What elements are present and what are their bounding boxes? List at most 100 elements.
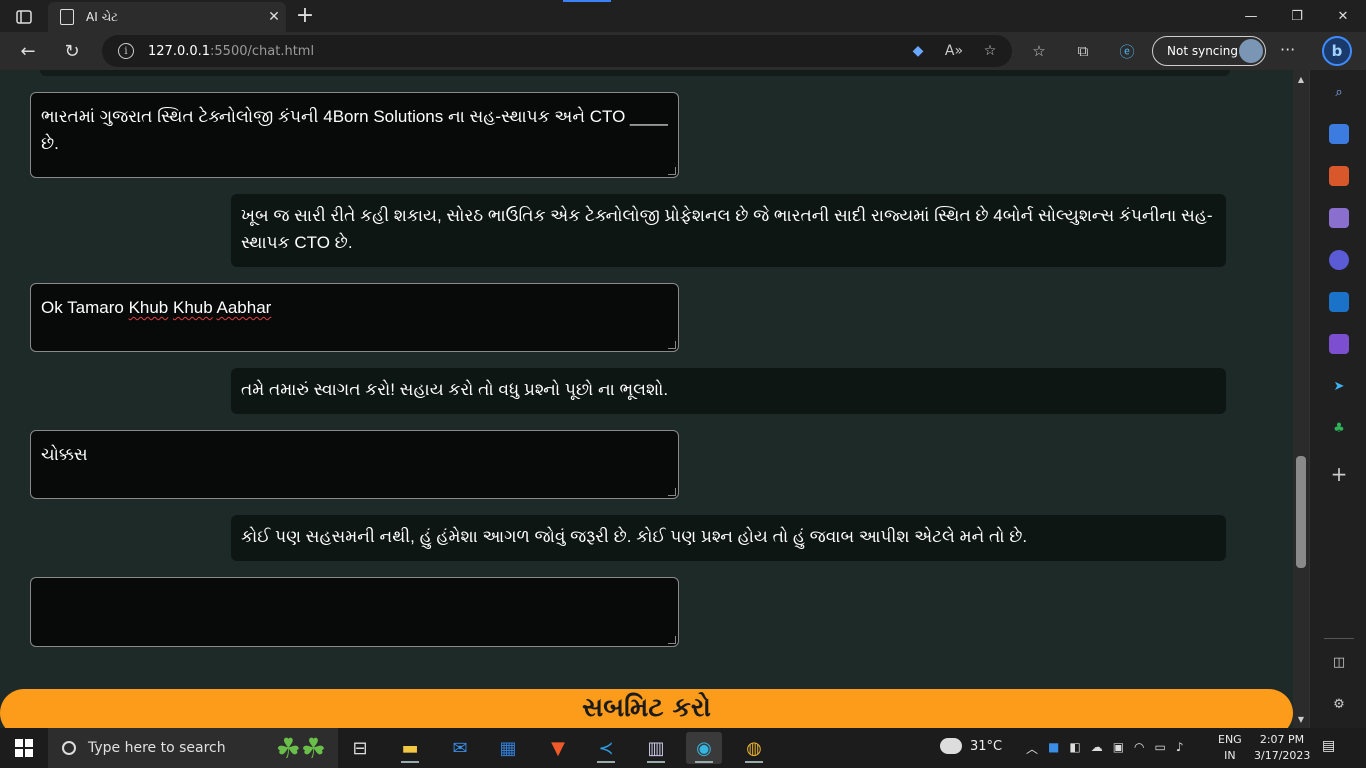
temperature: 31°C <box>970 738 1003 754</box>
hide-sidebar-icon[interactable]: ◫ <box>1329 652 1349 672</box>
designer-icon[interactable] <box>1329 334 1349 354</box>
chevron-up-icon[interactable]: ︿ <box>1026 740 1038 757</box>
taskbar-search[interactable]: Type here to search ☘☘ <box>48 728 338 768</box>
onedrive-icon[interactable]: ☁ <box>1091 740 1103 757</box>
region-code: IN <box>1224 749 1236 762</box>
page-icon <box>60 9 74 25</box>
shopping-icon[interactable] <box>1329 124 1349 144</box>
user-message-text: ચોક્કસ <box>41 445 88 464</box>
edge-bar-icon[interactable]: ⓔ <box>1116 40 1138 62</box>
resize-handle-icon[interactable] <box>668 167 676 175</box>
file-explorer-icon[interactable]: ▬ <box>392 732 428 764</box>
profile-sync-button[interactable]: Not syncing <box>1152 36 1266 66</box>
close-window-button[interactable]: ✕ <box>1320 0 1366 32</box>
browser-tab[interactable]: AI ચેટ ✕ <box>48 2 286 32</box>
device-icon[interactable]: ▣ <box>1113 740 1124 757</box>
tools-icon[interactable] <box>1329 166 1349 186</box>
outlook-icon[interactable] <box>1329 292 1349 312</box>
chrome-icon[interactable]: ◍ <box>736 732 772 764</box>
scroll-thumb[interactable] <box>1296 456 1306 568</box>
submit-button[interactable]: સબમિટ કરો <box>0 689 1293 728</box>
address-bar[interactable]: i 127.0.0.1:5500/chat.html ◆ A» ☆ <box>102 35 1012 67</box>
avatar <box>1239 39 1263 63</box>
system-tray: ︿ ■ ◧ ☁ ▣ ◠ ▭ ♪ <box>1026 740 1184 757</box>
resize-handle-icon[interactable] <box>668 341 676 349</box>
favorites-icon[interactable]: ☆ <box>1028 40 1050 62</box>
edge-sidebar: ⌕ ➤ ♣ + ◫ ⚙ <box>1309 70 1366 728</box>
new-tab-button[interactable]: + <box>292 4 318 28</box>
price-tag-icon[interactable]: ◆ <box>908 41 928 61</box>
add-favorite-icon[interactable]: ☆ <box>980 41 1000 61</box>
user-message-text: Ok Tamaro Khub Khub Aabhar <box>41 298 272 317</box>
gear-icon[interactable]: ⚙ <box>1329 694 1349 714</box>
bot-message: ખૂબ જ સારી રીતે કહી શકાય, સોરઠ ભાઉતિક એક… <box>231 194 1226 267</box>
collections-icon[interactable]: ⧉ <box>1072 40 1094 62</box>
read-aloud-icon[interactable]: A» <box>944 41 964 61</box>
mail-icon[interactable]: ✉ <box>442 732 478 764</box>
title-bar: AI ચેટ ✕ + — ❐ ✕ <box>0 0 1366 32</box>
search-icon[interactable]: ⌕ <box>1329 82 1349 102</box>
url-host: 127.0.0.1 <box>148 43 211 59</box>
store-icon[interactable]: ▦ <box>490 732 526 764</box>
scroll-up-icon[interactable]: ▲ <box>1293 72 1309 86</box>
tab-title: AI ચેટ <box>86 9 119 24</box>
windows-start-icon[interactable] <box>0 728 48 768</box>
clock[interactable]: 2:07 PM 3/17/2023 <box>1254 732 1310 764</box>
bot-message-text: કોઈ પણ સહસમની નથી, હું હંમેશા આગળ જોવું … <box>241 527 1028 546</box>
user-message-box[interactable]: ચોક્કસ <box>30 430 679 499</box>
weather-widget[interactable]: 31°C <box>940 738 1002 754</box>
taskbar: Type here to search ☘☘ ⊟ ▬ ✉ ▦ ▼ ≺ ▥ ◉ ◍… <box>0 728 1366 768</box>
minimize-button[interactable]: — <box>1228 0 1274 32</box>
language-indicator[interactable]: ENG IN <box>1218 732 1242 764</box>
tree-icon[interactable]: ♣ <box>1329 418 1349 438</box>
vscode-icon[interactable]: ≺ <box>588 732 624 764</box>
address-bar-row: ← ↻ i 127.0.0.1:5500/chat.html ◆ A» ☆ ☆ … <box>0 32 1366 70</box>
user-message-box[interactable]: Ok Tamaro Khub Khub Aabhar <box>30 283 679 352</box>
bot-message: કોઈ પણ સહસમની નથી, હું હંમેશા આગળ જોવું … <box>231 515 1226 561</box>
user-message-text: ભારતમાં ગુજરાત સ્થિત ટેક્નોલોજી કંપની 4B… <box>41 107 668 153</box>
clover-icon: ☘☘ <box>275 732 326 765</box>
weather-icon <box>940 738 962 754</box>
resize-handle-icon[interactable] <box>668 488 676 496</box>
edge-icon[interactable]: ◉ <box>686 732 722 764</box>
search-placeholder: Type here to search <box>88 740 226 756</box>
battery-icon[interactable]: ▭ <box>1155 740 1166 757</box>
scroll-down-icon[interactable]: ▼ <box>1293 712 1309 726</box>
bot-message-text: તમે તમારું સ્વાગત કરો! સહાય કરો તો વધુ પ… <box>241 380 669 399</box>
bot-message-text: ખૂબ જ સારી રીતે કહી શકાય, સોરઠ ભાઉતિક એક… <box>241 206 1213 252</box>
bot-message: તમે તમારું સ્વાગત કરો! સહાય કરો તો વધુ પ… <box>231 368 1226 414</box>
volume-icon[interactable]: ♪ <box>1176 740 1184 757</box>
accent-line <box>563 0 611 2</box>
microsoft-365-icon[interactable] <box>1329 250 1349 270</box>
tray-app-icon[interactable]: ■ <box>1048 740 1059 757</box>
close-tab-icon[interactable]: ✕ <box>262 9 286 25</box>
resize-handle-icon[interactable] <box>668 636 676 644</box>
page-scrollbar[interactable]: ▲ ▼ <box>1293 70 1309 728</box>
date: 3/17/2023 <box>1254 749 1311 762</box>
notification-icon[interactable]: ▤ <box>1322 738 1344 758</box>
site-info-icon[interactable]: i <box>118 43 134 59</box>
user-message-box[interactable]: ભારતમાં ગુજરાત સ્થિત ટેક્નોલોજી કંપની 4B… <box>30 92 679 178</box>
brave-icon[interactable]: ▼ <box>540 732 576 764</box>
more-icon[interactable]: ··· <box>1280 40 1295 59</box>
language-code: ENG <box>1218 733 1242 746</box>
sidebar-divider <box>1324 638 1354 639</box>
url-path: :5500/chat.html <box>210 43 315 59</box>
drop-icon[interactable]: ➤ <box>1329 376 1349 396</box>
bing-icon[interactable]: b <box>1322 36 1352 66</box>
add-icon[interactable]: + <box>1329 462 1349 486</box>
tab-actions-icon[interactable] <box>10 6 38 28</box>
sync-label: Not syncing <box>1167 44 1238 58</box>
task-view-icon[interactable]: ⊟ <box>342 732 378 764</box>
restore-button[interactable]: ❐ <box>1274 0 1320 32</box>
refresh-button[interactable]: ↻ <box>58 38 86 64</box>
app-icon[interactable]: ▥ <box>638 732 674 764</box>
games-icon[interactable] <box>1329 208 1349 228</box>
chat-page: ભારતમાં ગુજરાત સ્થિત ટેક્નોલોજી કંપની 4B… <box>0 70 1293 728</box>
message-input[interactable] <box>30 577 679 647</box>
previous-message-edge <box>40 70 1230 76</box>
search-icon <box>62 741 76 755</box>
meet-icon[interactable]: ◧ <box>1069 740 1080 757</box>
back-button[interactable]: ← <box>14 38 42 64</box>
wifi-icon[interactable]: ◠ <box>1134 740 1144 757</box>
